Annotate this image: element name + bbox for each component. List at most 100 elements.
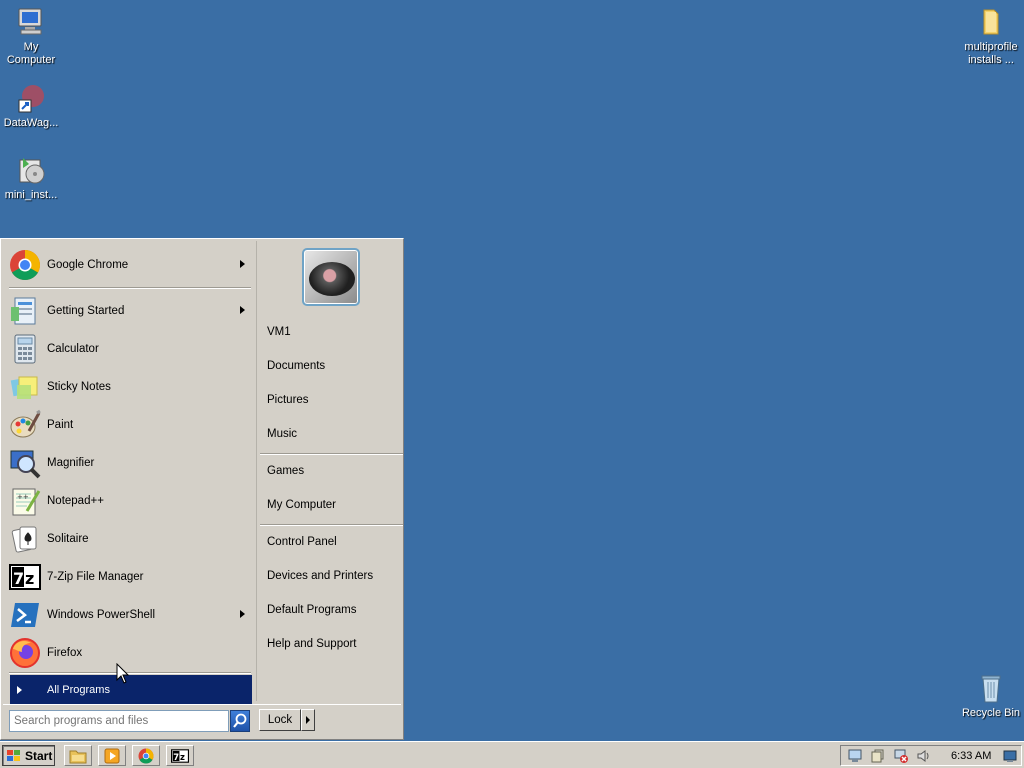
desktop-icon-recycle-bin[interactable]: Recycle Bin bbox=[959, 672, 1023, 720]
start-button[interactable]: Start bbox=[2, 745, 55, 766]
menu-item-google-chrome[interactable]: Google Chrome bbox=[9, 248, 251, 282]
svg-text:z: z bbox=[25, 569, 34, 588]
desktop-icon-multiprofile[interactable]: multiprofile installs ... bbox=[959, 6, 1023, 67]
solitaire-icon bbox=[9, 523, 41, 555]
getting-started-icon bbox=[9, 295, 41, 327]
paint-icon bbox=[9, 409, 41, 441]
all-programs-label: All Programs bbox=[47, 684, 110, 696]
powershell-icon bbox=[9, 599, 41, 631]
menu-item-label: Paint bbox=[47, 419, 74, 431]
menu-item-label: Windows PowerShell bbox=[47, 609, 156, 621]
link-games[interactable]: Games bbox=[267, 461, 304, 481]
start-menu-links-pane: VM1 Documents Pictures Music Games My Co… bbox=[256, 241, 403, 701]
calculator-icon bbox=[9, 333, 41, 365]
sticky-notes-icon bbox=[9, 371, 41, 403]
quicklaunch-explorer[interactable] bbox=[64, 745, 92, 766]
desktop-icon-label: DataWag... bbox=[3, 117, 59, 129]
menu-separator bbox=[9, 287, 251, 289]
link-my-computer[interactable]: My Computer bbox=[267, 495, 336, 515]
search-button[interactable] bbox=[230, 710, 250, 732]
lock-options-arrow-button[interactable] bbox=[301, 709, 315, 731]
menu-item-firefox[interactable]: Firefox bbox=[9, 636, 251, 670]
desktop-icon-label: multiprofile installs ... bbox=[964, 41, 1018, 66]
svg-text:7: 7 bbox=[173, 751, 179, 761]
menu-item-label: Google Chrome bbox=[47, 259, 129, 271]
desktop-icon-label: Recycle Bin bbox=[961, 707, 1021, 719]
menu-separator bbox=[260, 524, 403, 526]
datawag-icon bbox=[15, 82, 47, 114]
link-default-programs[interactable]: Default Programs bbox=[267, 600, 356, 620]
desktop-icon-label: My Computer bbox=[6, 41, 56, 66]
search-input[interactable] bbox=[9, 710, 229, 732]
menu-item-paint[interactable]: Paint bbox=[9, 408, 251, 442]
svg-text:z: z bbox=[180, 751, 185, 761]
7zip-icon: 7z bbox=[171, 748, 189, 763]
quicklaunch-media-player[interactable] bbox=[98, 745, 126, 766]
link-music[interactable]: Music bbox=[267, 424, 297, 444]
all-programs-arrow-icon bbox=[17, 686, 22, 694]
menu-item-label: 7-Zip File Manager bbox=[47, 571, 144, 583]
show-desktop-icon[interactable] bbox=[1003, 749, 1017, 763]
menu-item-label: Getting Started bbox=[47, 305, 125, 317]
menu-item-label: Firefox bbox=[47, 647, 83, 659]
folder-explorer-icon bbox=[69, 750, 87, 763]
network-disconnected-icon[interactable] bbox=[894, 749, 908, 763]
desktop-icon-label: mini_inst... bbox=[4, 189, 58, 201]
menu-item-notepad-plus-plus[interactable]: ++ Notepad++ bbox=[9, 484, 251, 518]
7zip-icon: 7z bbox=[9, 561, 41, 593]
start-menu-programs-pane: Google Chrome Getting Started Calculator… bbox=[3, 241, 254, 705]
quicklaunch-chrome[interactable] bbox=[132, 745, 160, 766]
system-tray: 6:33 AM bbox=[840, 745, 1022, 766]
menu-separator bbox=[9, 672, 251, 674]
desktop-icon-datawag[interactable]: DataWag... bbox=[0, 82, 63, 130]
menu-item-label: Solitaire bbox=[47, 533, 89, 545]
action-center-icon[interactable] bbox=[871, 749, 885, 763]
svg-text:++: ++ bbox=[17, 493, 29, 501]
link-control-panel[interactable]: Control Panel bbox=[267, 532, 337, 552]
media-player-icon bbox=[104, 748, 120, 763]
menu-item-magnifier[interactable]: Magnifier bbox=[9, 446, 251, 480]
menu-item-getting-started[interactable]: Getting Started bbox=[9, 294, 251, 328]
menu-item-calculator[interactable]: Calculator bbox=[9, 332, 251, 366]
start-menu-bottom-bar: Lock bbox=[3, 704, 401, 738]
menu-separator bbox=[260, 453, 403, 455]
chrome-icon bbox=[138, 748, 154, 764]
chrome-icon bbox=[9, 249, 41, 281]
link-documents[interactable]: Documents bbox=[267, 356, 325, 376]
user-picture[interactable] bbox=[302, 248, 360, 306]
search-icon bbox=[233, 713, 247, 728]
recycle-bin-icon bbox=[975, 672, 1007, 704]
clock[interactable]: 6:33 AM bbox=[951, 750, 991, 762]
windows-flag-icon bbox=[7, 749, 20, 761]
menu-item-windows-powershell[interactable]: Windows PowerShell bbox=[9, 598, 251, 632]
lock-button[interactable]: Lock bbox=[259, 709, 301, 731]
magnifier-icon bbox=[9, 447, 41, 479]
link-help-and-support[interactable]: Help and Support bbox=[267, 634, 357, 654]
submenu-arrow-icon bbox=[240, 610, 245, 618]
notepad-plus-plus-icon: ++ bbox=[9, 485, 41, 517]
computer-icon bbox=[15, 6, 47, 38]
menu-item-7zip-file-manager[interactable]: 7z 7-Zip File Manager bbox=[9, 560, 251, 594]
start-label: Start bbox=[25, 748, 53, 763]
svg-text:7: 7 bbox=[13, 569, 24, 588]
desktop-icon-my-computer[interactable]: My Computer bbox=[0, 6, 63, 67]
firefox-icon bbox=[9, 637, 41, 669]
volume-icon[interactable] bbox=[917, 749, 931, 763]
taskbar: Start 7z 6:33 AM bbox=[0, 741, 1024, 768]
menu-item-label: Sticky Notes bbox=[47, 381, 111, 393]
link-vm1[interactable]: VM1 bbox=[267, 322, 291, 342]
link-pictures[interactable]: Pictures bbox=[267, 390, 309, 410]
quicklaunch-7zip[interactable]: 7z bbox=[166, 745, 194, 766]
installer-icon bbox=[15, 154, 47, 186]
submenu-arrow-icon bbox=[240, 306, 245, 314]
mouse-cursor-icon bbox=[116, 663, 130, 684]
menu-item-label: Magnifier bbox=[47, 457, 95, 469]
all-programs-button[interactable]: All Programs bbox=[10, 675, 252, 705]
desktop-icon-mini-installer[interactable]: mini_inst... bbox=[0, 154, 63, 202]
menu-item-sticky-notes[interactable]: Sticky Notes bbox=[9, 370, 251, 404]
start-menu: Google Chrome Getting Started Calculator… bbox=[0, 238, 404, 740]
link-devices-and-printers[interactable]: Devices and Printers bbox=[267, 566, 373, 586]
network-icon[interactable] bbox=[848, 749, 862, 763]
submenu-arrow-icon bbox=[240, 260, 245, 268]
menu-item-solitaire[interactable]: Solitaire bbox=[9, 522, 251, 556]
